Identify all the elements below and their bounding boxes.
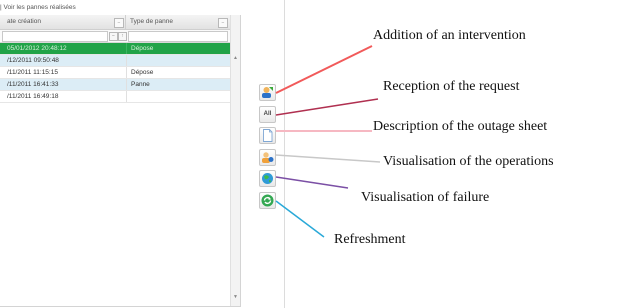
reception-line bbox=[275, 98, 379, 116]
operations-callout: Visualisation of the operations bbox=[383, 154, 554, 169]
description-callout: Description of the outage sheet bbox=[373, 119, 548, 134]
addition-callout: Addition of an intervention bbox=[373, 28, 526, 43]
refresh-callout: Refreshment bbox=[334, 232, 406, 247]
failure-callout: Visualisation of failure bbox=[361, 190, 490, 205]
failure-line bbox=[275, 176, 349, 189]
addition-line bbox=[275, 45, 373, 94]
refresh-line bbox=[275, 200, 325, 238]
reception-callout: Reception of the request bbox=[383, 79, 520, 94]
operations-line bbox=[275, 154, 381, 163]
